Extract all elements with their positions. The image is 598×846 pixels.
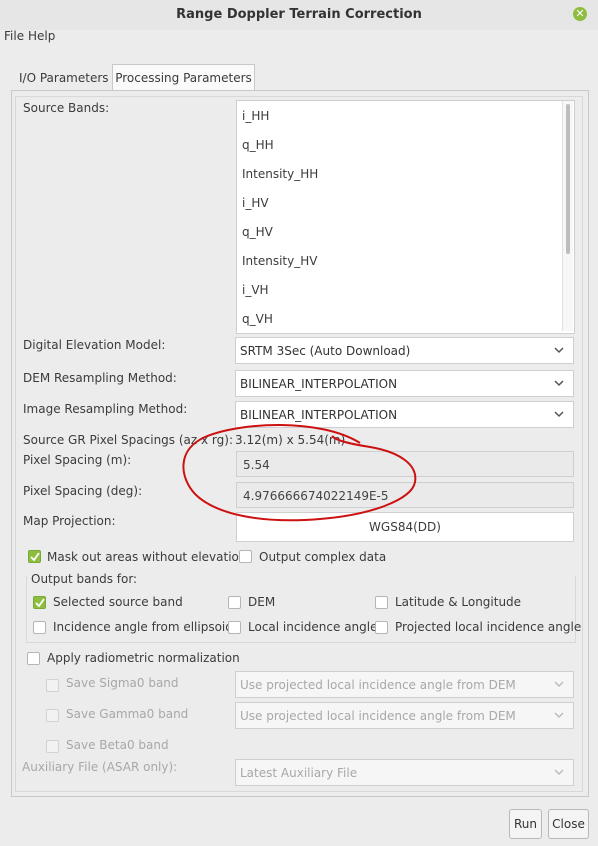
red-annotation-circle xyxy=(182,424,417,522)
